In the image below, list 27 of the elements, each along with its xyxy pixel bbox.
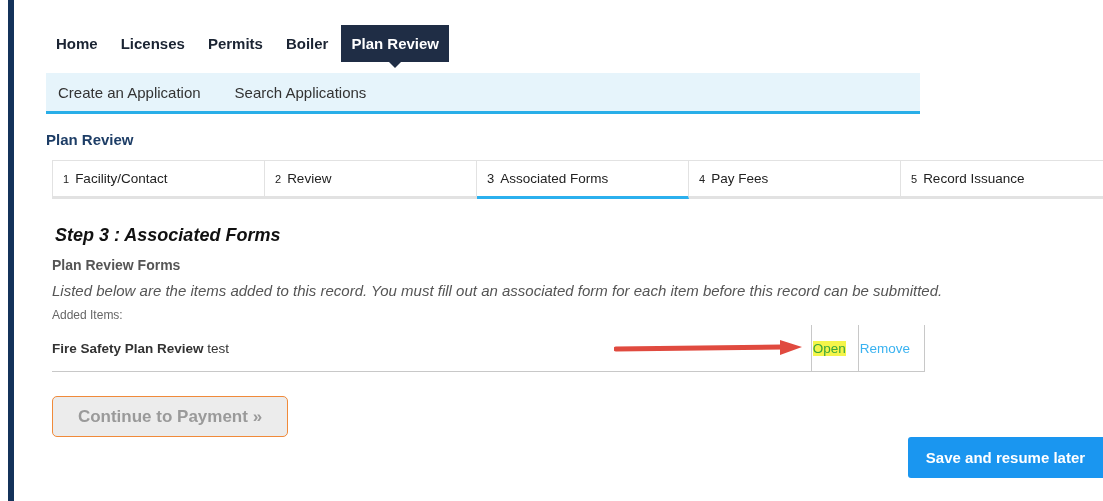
nav-tab[interactable]: Home — [46, 25, 108, 62]
step-label: Review — [287, 171, 332, 186]
step-tab[interactable]: 5 Record Issuance — [901, 161, 1103, 199]
step-label: Pay Fees — [711, 171, 769, 186]
step-tab[interactable]: 1 Facility/Contact — [53, 161, 265, 199]
step-tab[interactable]: 3 Associated Forms — [477, 161, 689, 199]
step-number: 5 — [911, 172, 918, 185]
step-number: 2 — [275, 172, 282, 185]
step-heading: Step 3 : Associated Forms — [55, 225, 282, 246]
nav-tab[interactable]: Boiler — [275, 25, 339, 62]
step-number: 1 — [63, 172, 70, 185]
step-tab[interactable]: 4 Pay Fees — [689, 161, 901, 199]
page-title: Plan Review — [46, 131, 135, 148]
nav-tab[interactable]: Licenses — [110, 25, 195, 62]
item-name: Fire Safety Plan Review test — [52, 340, 230, 356]
step-tab[interactable]: 2 Review — [265, 161, 477, 199]
nav-tab[interactable]: Permits — [197, 25, 273, 62]
sub-nav-link[interactable]: Search Applications — [234, 83, 367, 101]
step-number: 3 — [487, 171, 495, 186]
added-items-label: Added Items: — [52, 308, 124, 322]
section-title: Plan Review Forms — [52, 257, 182, 273]
step-number: 4 — [699, 172, 706, 185]
step-label: Associated Forms — [500, 171, 609, 186]
sub-nav-link[interactable]: Create an Application — [58, 83, 201, 101]
step-label: Facility/Contact — [75, 171, 168, 186]
step-label: Record Issuance — [923, 171, 1025, 186]
instructions: Listed below are the items added to this record. You must fill out an associated form for each item before this record can be submitted. — [52, 282, 944, 299]
